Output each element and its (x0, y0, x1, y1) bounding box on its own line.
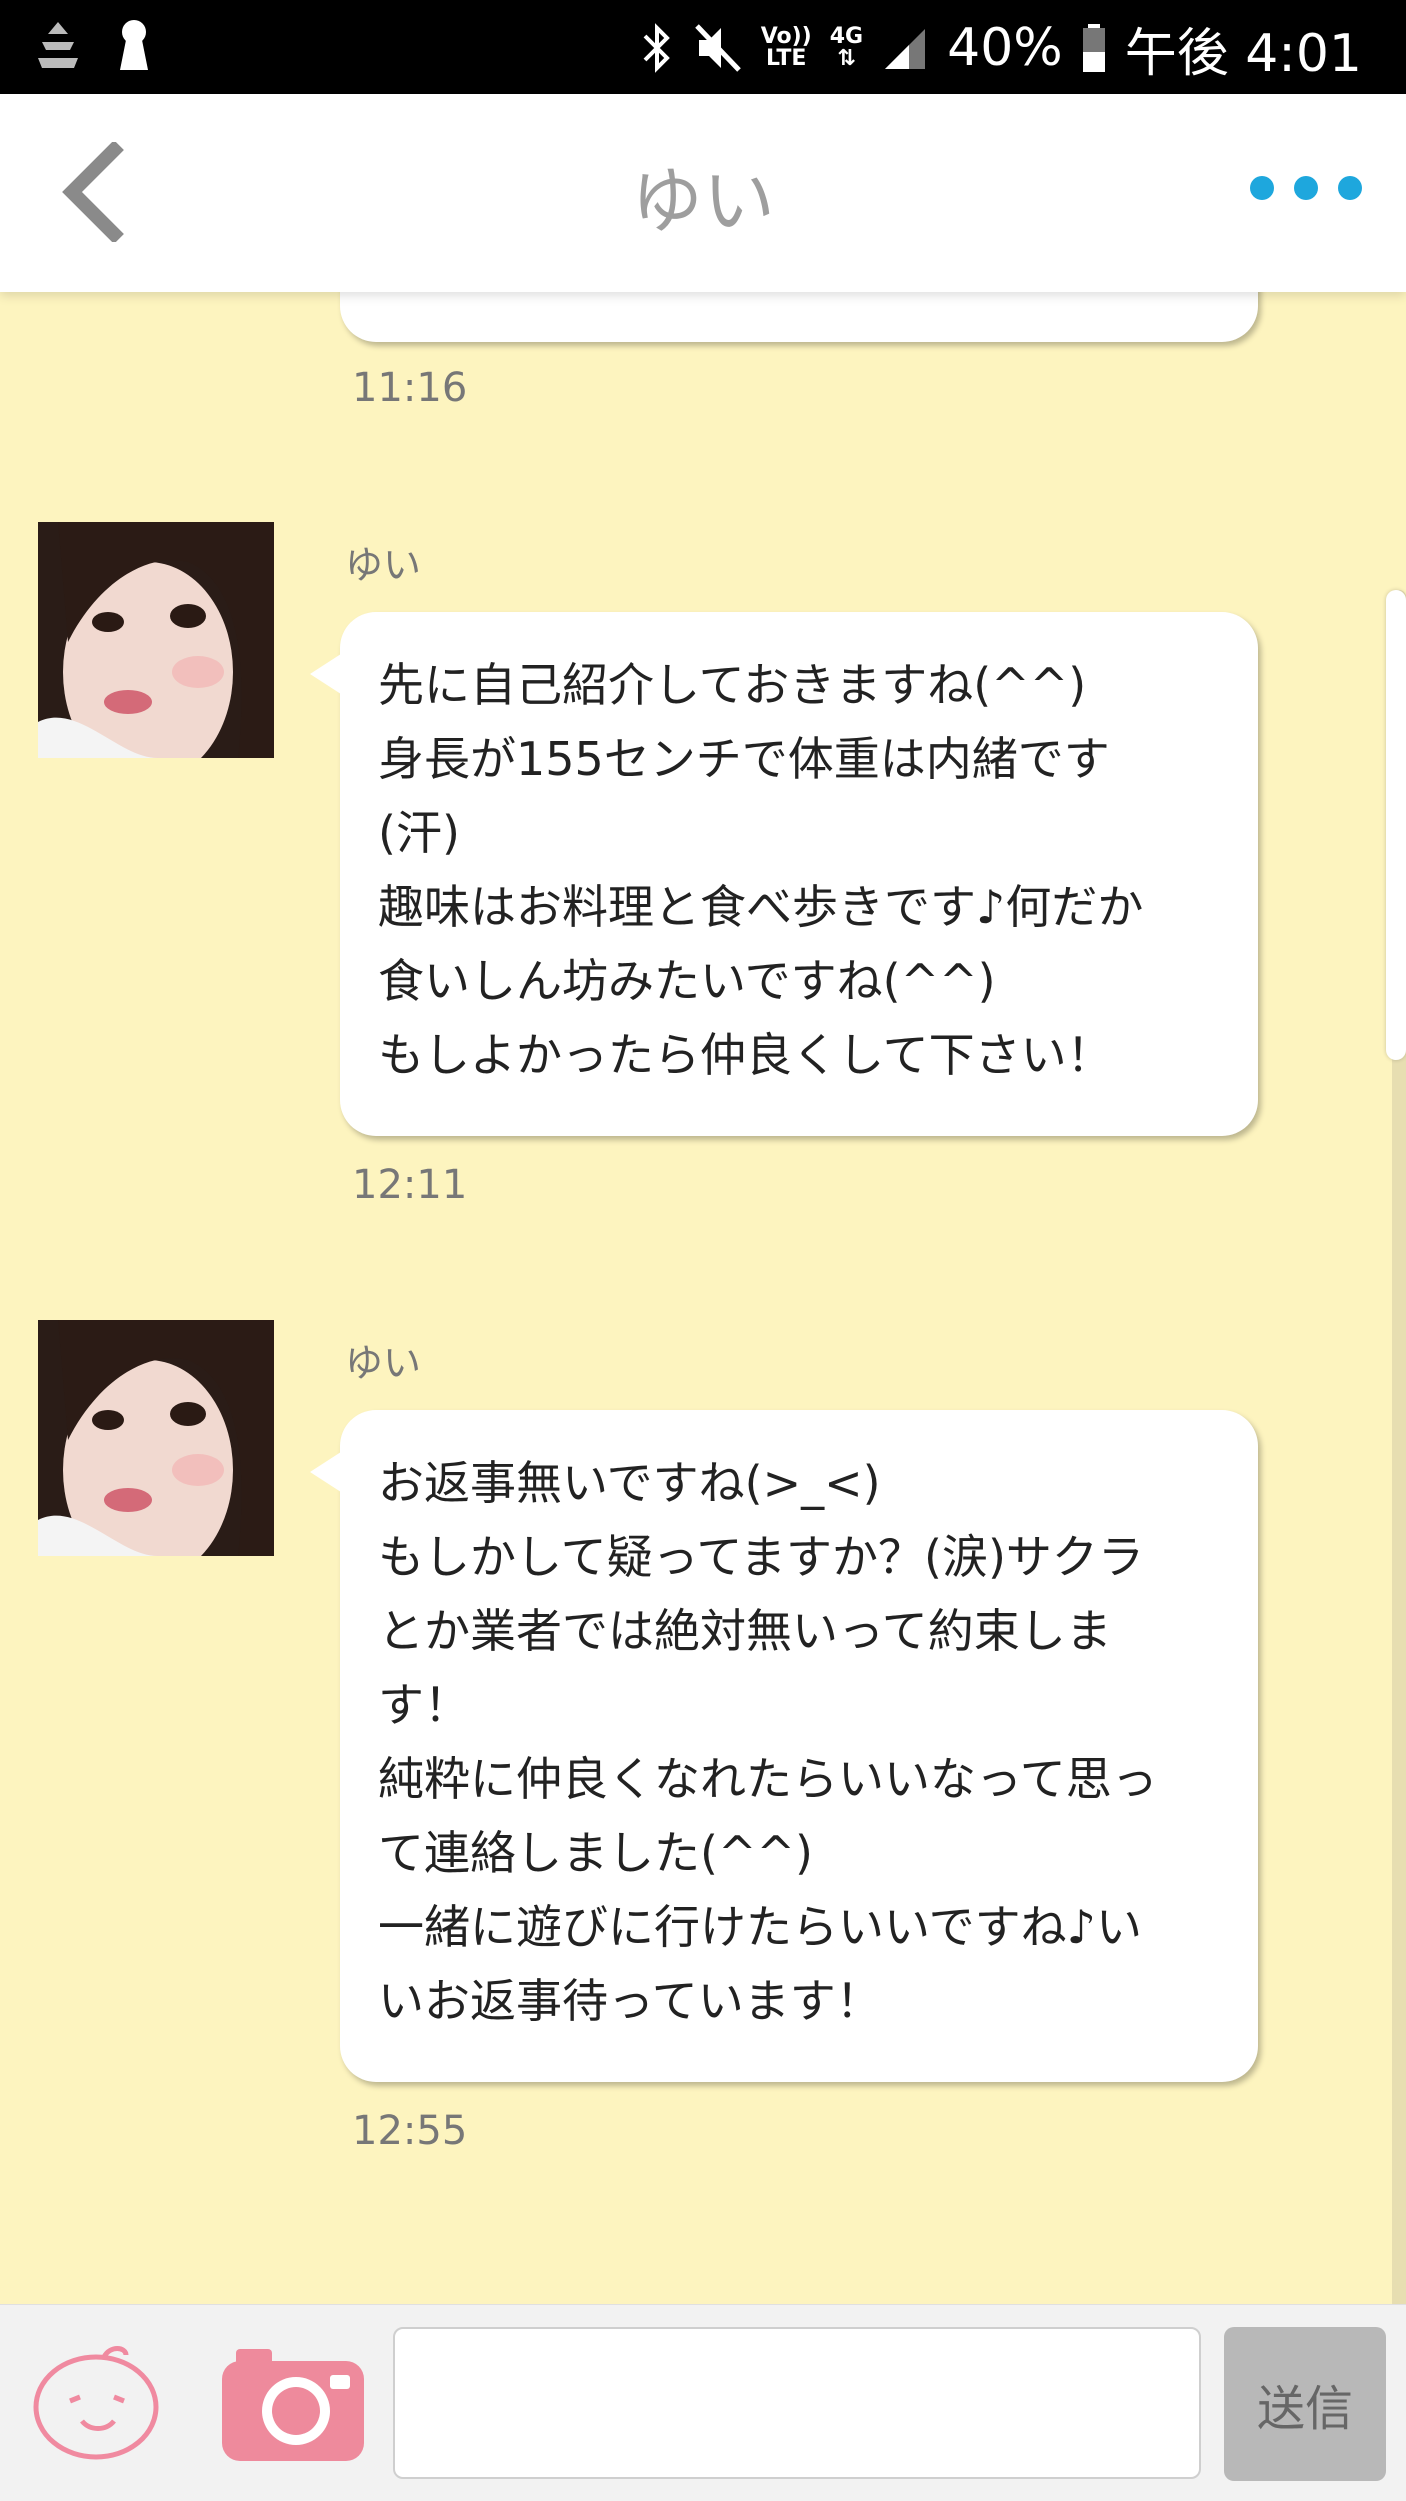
message-time: 11:16 (352, 365, 468, 411)
avatar-image (38, 1320, 274, 1556)
avatar-image (38, 522, 274, 758)
more-menu-button[interactable] (1250, 176, 1362, 200)
message-bubble: 先に自己紹介しておきますね(^^) 身長が155センチで体重は内緒です (汗) … (310, 612, 1258, 1136)
avatar[interactable] (38, 1320, 274, 1556)
message-line: もしかして疑ってますか？(涙)サクラ (378, 1530, 1144, 1584)
sender-name: ゆい (345, 543, 422, 587)
scrollbar-thumb[interactable] (1386, 590, 1406, 1060)
message-line: 純粋に仲良くなれたらいいなって思っ (378, 1752, 1158, 1806)
camera-button[interactable] (220, 2347, 366, 2469)
sender-name: ゆい (345, 1341, 422, 1385)
message-line: とか業者では絶対無いって約束しま (378, 1604, 1112, 1658)
chat-header: ゆい (0, 94, 1406, 292)
message-line: 趣味はお料理と食べ歩きです♪何だか (378, 880, 1144, 934)
stamp-button[interactable] (30, 2341, 162, 2465)
network-type: 4G ⇅ (829, 24, 864, 71)
message-line: いお返事待っています！ (378, 1974, 882, 2028)
message-line: て連絡しました(^^) (378, 1826, 813, 1880)
send-button[interactable]: 送信 (1224, 2327, 1386, 2481)
message-line: (汗) (378, 806, 460, 860)
message-line: もしよかったら仲良くして下さい！ (378, 1028, 1113, 1082)
message-line: お返事無いですね(>_<) (378, 1456, 881, 1510)
avatar[interactable] (38, 522, 274, 758)
battery-percent: 40% (947, 18, 1063, 78)
message-time: 12:11 (352, 1162, 468, 1208)
smiley-face-icon (33, 2346, 159, 2460)
message-input[interactable] (393, 2327, 1201, 2479)
bluetooth-icon (643, 23, 670, 73)
message-line: 先に自己紹介しておきますね(^^) (378, 658, 1087, 712)
battery-icon (1082, 24, 1105, 72)
clock: 午後 4:01 (1124, 23, 1362, 84)
message-input-bar: 送信 (0, 2304, 1406, 2501)
message-bubble: お返事無いですね(>_<) もしかして疑ってますか？(涙)サクラ とか業者では絶… (310, 1410, 1258, 2082)
message-line: 身長が155センチで体重は内緒です (378, 732, 1110, 786)
keyhole-icon (120, 20, 148, 70)
mute-icon (694, 24, 741, 72)
more-dots-icon (1250, 176, 1274, 200)
app-icon (38, 22, 78, 68)
message-time: 12:55 (352, 2108, 468, 2154)
message-line: 食いしん坊みたいですね(^^) (378, 954, 996, 1008)
status-bar: Vo)) LTE 4G ⇅ 40% 午後 4:01 (0, 0, 1406, 94)
message-line: す！ (378, 1678, 470, 1732)
chat-title: ゆい (630, 159, 775, 243)
camera-icon (222, 2349, 364, 2461)
signal-icon (885, 29, 926, 69)
message-line: 一緒に遊びに行けたらいいですね♪い (378, 1900, 1142, 1954)
volte-indicator: Vo)) LTE (760, 24, 812, 71)
